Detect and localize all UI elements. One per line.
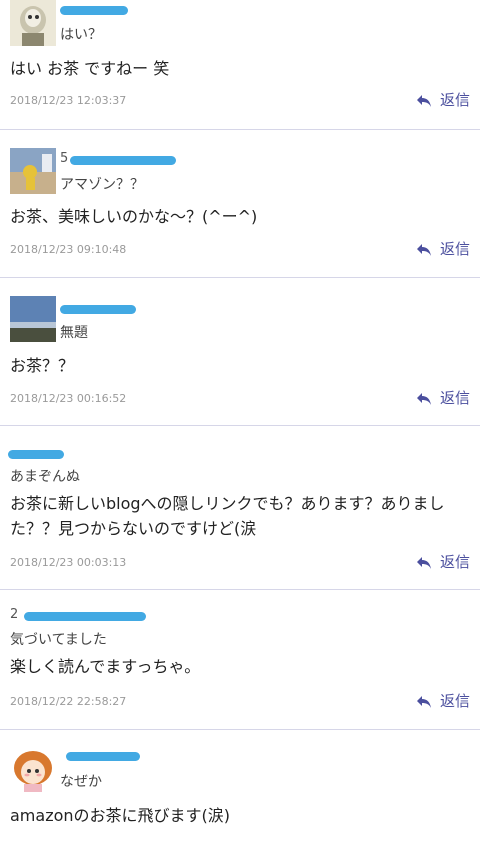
avatar[interactable] <box>10 0 56 46</box>
avatar[interactable] <box>10 296 56 342</box>
reply-label: 返信 <box>439 692 470 710</box>
comment-body: amazonのお茶に飛びます(涙) <box>10 806 231 825</box>
reply-label: 返信 <box>439 389 470 407</box>
comment-title: 気づいてました <box>10 632 107 648</box>
reply-button[interactable]: 返信 <box>416 690 470 711</box>
reply-arrow-icon <box>416 392 431 405</box>
reply-label: 返信 <box>439 240 470 258</box>
reply-button[interactable]: 返信 <box>416 89 470 110</box>
comment-timestamp: 2018/12/23 09:10:48 <box>10 243 127 256</box>
comment-title: あまぞんぬ <box>10 469 80 485</box>
comment-item: 2 気づいてました 楽しく読んでますっちゃ。 2018/12/22 22:58:… <box>0 590 480 730</box>
comment-title: はい？ <box>60 27 102 43</box>
reply-arrow-icon <box>416 243 431 256</box>
reply-arrow-icon <box>416 94 431 107</box>
reply-button[interactable]: 返信 <box>416 551 470 572</box>
reply-label: 返信 <box>439 553 470 571</box>
comment-item: なぜか amazonのお茶に飛びます(涙) <box>0 730 480 841</box>
comment-author[interactable]: 2 <box>10 607 18 622</box>
comment-body: お茶に新しいblogへの隠しリンクでも？あります？ありました？？見つからないので… <box>10 494 445 538</box>
comment-item: はい？ はい お茶 ですねー 笑 2018/12/23 12:03:37 返信 <box>0 0 480 130</box>
reply-arrow-icon <box>416 556 431 569</box>
comment-list: はい？ はい お茶 ですねー 笑 2018/12/23 12:03:37 返信 … <box>0 0 480 841</box>
comment-timestamp: 2018/12/22 22:58:27 <box>10 695 127 708</box>
comment-body: 楽しく読んでますっちゃ。 <box>10 657 201 676</box>
redaction-mark <box>8 450 64 459</box>
avatar[interactable] <box>10 746 56 792</box>
comment-body: はい お茶 ですねー 笑 <box>10 59 170 78</box>
comment-body: お茶？？ <box>10 356 75 375</box>
comment-author[interactable]: 5 <box>60 151 68 166</box>
comment-item: あまぞんぬ お茶に新しいblogへの隠しリンクでも？あります？ありました？？見つ… <box>0 426 480 590</box>
reply-button[interactable]: 返信 <box>416 387 470 408</box>
comment-title: なぜか <box>60 774 102 790</box>
reply-arrow-icon <box>416 695 431 708</box>
reply-button[interactable]: 返信 <box>416 238 470 259</box>
comment-timestamp: 2018/12/23 12:03:37 <box>10 94 127 107</box>
comment-title: 無題 <box>60 325 88 341</box>
redaction-mark <box>66 752 140 761</box>
redaction-mark <box>70 156 176 165</box>
reply-label: 返信 <box>439 91 470 109</box>
comment-title: アマゾン？？ <box>60 177 144 193</box>
comment-body: お茶、美味しいのかな～？(^ー^) <box>10 207 258 226</box>
comment-timestamp: 2018/12/23 00:16:52 <box>10 392 127 405</box>
redaction-mark <box>24 612 146 621</box>
comment-timestamp: 2018/12/23 00:03:13 <box>10 556 127 569</box>
comment-item: 5 アマゾン？？ お茶、美味しいのかな～？(^ー^) 2018/12/23 09… <box>0 130 480 278</box>
redaction-mark <box>60 305 136 314</box>
comment-item: 無題 お茶？？ 2018/12/23 00:16:52 返信 <box>0 278 480 426</box>
avatar[interactable] <box>10 148 56 194</box>
redaction-mark <box>60 6 128 15</box>
